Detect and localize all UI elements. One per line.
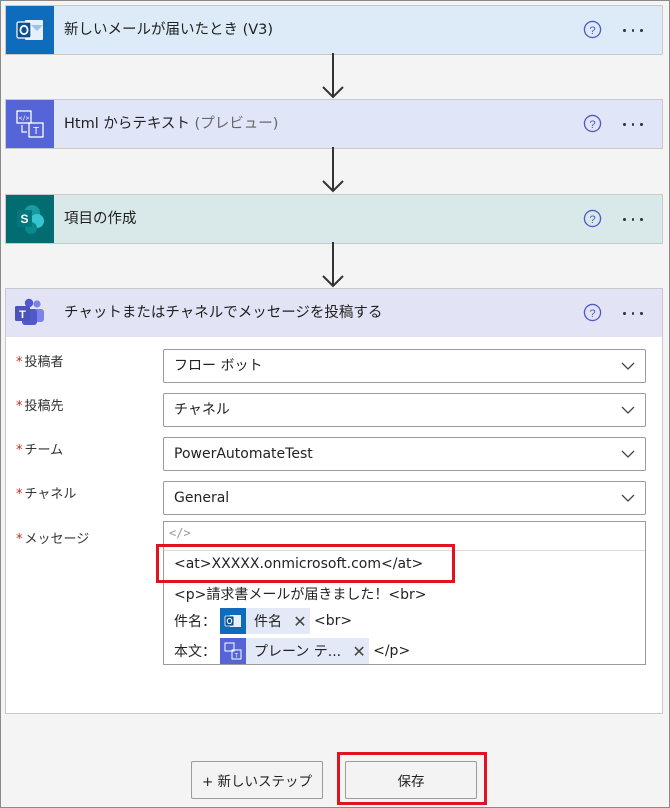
more-options-icon[interactable] — [620, 208, 646, 230]
select-value: フロー ボット — [174, 358, 263, 374]
outlook-icon — [220, 608, 246, 634]
poster-select[interactable]: フロー ボット — [163, 349, 646, 383]
html-to-text-icon: T — [220, 638, 246, 664]
card-title: 項目の作成 — [64, 211, 137, 227]
message-line-paragraph: <p>請求書メールが届きました！<br> — [174, 587, 427, 603]
svg-text:T: T — [33, 126, 39, 137]
help-icon[interactable]: ? — [583, 114, 602, 133]
dynamic-content-token-plaintext[interactable]: T プレーン テ... ✕ — [220, 638, 370, 664]
outlook-icon — [6, 6, 54, 54]
field-label: * 投稿先 — [16, 399, 64, 414]
field-label: * チーム — [16, 443, 64, 458]
arrow-down-icon — [322, 53, 344, 99]
svg-text:</>: </> — [19, 115, 30, 122]
field-post-in: * 投稿先 チャネル — [16, 393, 646, 427]
chevron-down-icon — [621, 494, 635, 502]
message-label: * メッセージ — [16, 532, 90, 547]
card-title: 新しいメールが届いたとき (V3) — [64, 22, 274, 38]
svg-text:?: ? — [589, 25, 595, 37]
help-icon[interactable]: ? — [583, 303, 602, 322]
card-html-to-text[interactable]: </> T Html からテキスト (プレビュー) ? — [5, 99, 663, 149]
card-title: Html からテキスト (プレビュー) — [64, 116, 279, 132]
message-line-subject: 件名： 件名 ✕ <br> — [174, 608, 352, 634]
sharepoint-icon: S — [6, 195, 54, 243]
html-to-text-icon: </> T — [6, 100, 54, 148]
field-team: * チーム PowerAutomateTest — [16, 437, 646, 471]
remove-token-icon[interactable]: ✕ — [349, 642, 369, 661]
message-editor[interactable]: </> <at>XXXXX.onmicrosoft.com</at> <p>請求… — [163, 521, 646, 665]
message-line-mention: <at>XXXXX.onmicrosoft.com</at> — [174, 556, 424, 572]
field-poster: * 投稿者 フロー ボット — [16, 349, 646, 383]
card-header[interactable]: T チャットまたはチャネルでメッセージを投稿する ? — [6, 289, 662, 337]
remove-token-icon[interactable]: ✕ — [290, 612, 310, 631]
help-icon[interactable]: ? — [583, 209, 602, 228]
field-label: * チャネル — [16, 487, 77, 502]
arrow-down-icon — [322, 242, 344, 288]
field-channel: * チャネル General — [16, 481, 646, 515]
editor-divider — [164, 550, 645, 551]
new-step-button[interactable]: + 新しいステップ — [191, 761, 323, 799]
code-view-icon[interactable]: </> — [169, 526, 191, 540]
card-create-item[interactable]: S 項目の作成 ? — [5, 194, 663, 244]
save-button[interactable]: 保存 — [345, 761, 477, 799]
message-line-body: 本文： T プレーン テ... ✕ </p> — [174, 638, 410, 664]
select-value: General — [174, 490, 230, 506]
dynamic-content-token-subject[interactable]: 件名 ✕ — [220, 608, 310, 634]
chevron-down-icon — [621, 450, 635, 458]
svg-text:T: T — [19, 309, 26, 321]
card-title: チャットまたはチャネルでメッセージを投稿する — [64, 305, 383, 321]
svg-text:S: S — [20, 212, 28, 226]
card-new-email-trigger[interactable]: 新しいメールが届いたとき (V3) ? — [5, 5, 663, 55]
channel-select[interactable]: General — [163, 481, 646, 515]
svg-text:?: ? — [589, 308, 595, 320]
help-icon[interactable]: ? — [583, 20, 602, 39]
arrow-down-icon — [322, 147, 344, 193]
more-options-icon[interactable] — [620, 19, 646, 41]
select-value: PowerAutomateTest — [174, 446, 313, 462]
field-label: * 投稿者 — [16, 355, 64, 370]
teams-icon: T — [6, 289, 54, 337]
chevron-down-icon — [621, 406, 635, 414]
more-options-icon[interactable] — [620, 113, 646, 135]
more-options-icon[interactable] — [620, 302, 646, 324]
svg-text:?: ? — [589, 119, 595, 131]
svg-text:T: T — [235, 654, 239, 660]
team-select[interactable]: PowerAutomateTest — [163, 437, 646, 471]
select-value: チャネル — [174, 402, 230, 418]
svg-text:?: ? — [589, 214, 595, 226]
chevron-down-icon — [621, 362, 635, 370]
post-in-select[interactable]: チャネル — [163, 393, 646, 427]
